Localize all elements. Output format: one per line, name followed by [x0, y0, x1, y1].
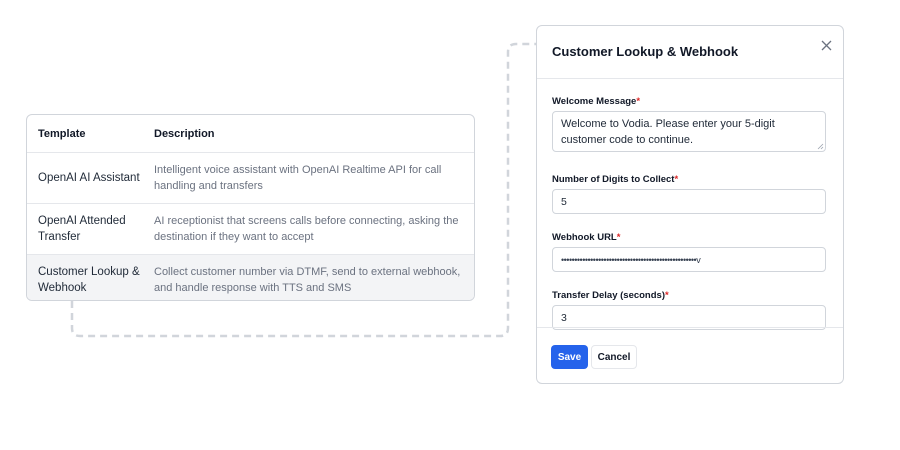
table-header-row: Template Description: [27, 115, 474, 152]
transfer-delay-label: Transfer Delay (seconds)*: [552, 290, 828, 301]
webhook-url-field: Webhook URL* •••••••••••••••••••••••••••…: [552, 232, 828, 272]
welcome-message-value: Welcome to Vodia. Please enter your 5-di…: [561, 118, 775, 146]
template-config-modal: Customer Lookup & Webhook Welcome Messag…: [536, 25, 844, 384]
label-text: Welcome Message: [552, 96, 637, 107]
digits-field: Number of Digits to Collect* 5: [552, 174, 828, 214]
template-name: OpenAI AI Assistant: [38, 172, 140, 184]
digits-input[interactable]: 5: [552, 189, 826, 214]
resize-grip-icon[interactable]: [816, 142, 824, 150]
modal-header: Customer Lookup & Webhook: [537, 26, 843, 79]
welcome-message-label: Welcome Message*: [552, 96, 828, 107]
modal-footer: Save Cancel: [537, 327, 843, 383]
required-asterisk: *: [665, 290, 669, 301]
close-button[interactable]: [818, 37, 834, 53]
digits-label: Number of Digits to Collect*: [552, 174, 828, 185]
column-header-template: Template: [38, 127, 86, 140]
welcome-message-textarea[interactable]: Welcome to Vodia. Please enter your 5-di…: [552, 111, 826, 152]
label-text: Transfer Delay (seconds): [552, 290, 665, 301]
template-name: Customer Lookup & Webhook: [38, 266, 140, 294]
cancel-button[interactable]: Cancel: [591, 345, 637, 369]
table-row[interactable]: OpenAI AI Assistant Intelligent voice as…: [27, 152, 474, 203]
required-asterisk: *: [616, 232, 621, 243]
webhook-url-label: Webhook URL*: [552, 232, 828, 243]
table-row-selected[interactable]: Customer Lookup & Webhook Collect custom…: [27, 254, 474, 300]
close-icon: [821, 40, 831, 50]
table-row[interactable]: OpenAI Attended Transfer AI receptionist…: [27, 203, 474, 254]
label-text: Webhook URL: [552, 232, 617, 243]
template-table: Template Description OpenAI AI Assistant…: [26, 114, 475, 301]
column-header-description: Description: [154, 127, 215, 140]
transfer-delay-field: Transfer Delay (seconds)* 3: [552, 290, 828, 330]
template-description: Collect customer number via DTMF, send t…: [154, 266, 461, 294]
required-asterisk: *: [636, 96, 641, 107]
template-description: AI receptionist that screens calls befor…: [154, 215, 459, 243]
modal-title: Customer Lookup & Webhook: [552, 44, 739, 59]
template-description: Intelligent voice assistant with OpenAI …: [154, 164, 442, 192]
template-name: OpenAI Attended Transfer: [38, 215, 126, 243]
save-button[interactable]: Save: [551, 345, 588, 369]
webhook-url-input[interactable]: ••••••••••••••••••••••••••••••••••••••••…: [552, 247, 826, 272]
required-asterisk: *: [674, 174, 679, 185]
welcome-message-field: Welcome Message* Welcome to Vodia. Pleas…: [552, 96, 828, 152]
label-text: Number of Digits to Collect: [552, 174, 675, 185]
modal-body: Welcome Message* Welcome to Vodia. Pleas…: [537, 79, 843, 330]
